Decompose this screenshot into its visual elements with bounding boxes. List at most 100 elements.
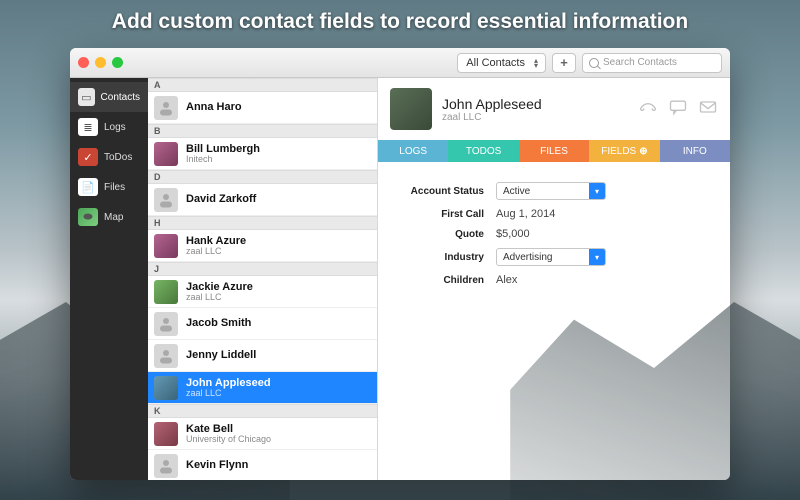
contact-row[interactable]: John Appleseedzaal LLC <box>148 372 377 404</box>
field-row: Account Status Active▾ <box>394 182 714 200</box>
avatar <box>154 280 178 304</box>
map-icon: ⬬ <box>78 208 98 226</box>
sidebar-item-label: Files <box>104 182 125 193</box>
sidebar-item-files[interactable]: 📄Files <box>70 172 148 202</box>
field-row: Children Alex <box>394 274 714 286</box>
contact-row[interactable]: Kevin Flynn <box>148 450 377 480</box>
sidebar-item-contacts[interactable]: ▭Contacts <box>70 82 148 112</box>
field-label: Industry <box>394 252 484 263</box>
avatar <box>154 96 178 120</box>
field-row: First Call Aug 1, 2014 <box>394 208 714 220</box>
field-label: Account Status <box>394 186 484 197</box>
logs-icon: ≣ <box>78 118 98 136</box>
contact-detail-pane: John Appleseed zaal LLC LO <box>378 78 730 480</box>
tab-info[interactable]: INFO <box>660 140 730 162</box>
field-value: Advertising <box>497 252 589 263</box>
field-select[interactable]: Advertising▾ <box>496 248 606 266</box>
app-window: All Contacts + Search Contacts ▭Contacts… <box>70 48 730 480</box>
contact-name: David Zarkoff <box>186 193 256 205</box>
avatar <box>154 142 178 166</box>
contact-row[interactable]: David Zarkoff <box>148 184 377 216</box>
contact-row[interactable]: Jacob Smith <box>148 308 377 340</box>
section-header: K <box>148 404 377 418</box>
zoom-icon[interactable] <box>112 57 123 68</box>
contact-row[interactable]: Bill LumberghInitech <box>148 138 377 170</box>
plus-icon: + <box>560 55 568 70</box>
search-placeholder: Search Contacts <box>603 57 677 68</box>
avatar <box>154 454 178 478</box>
avatar <box>154 422 178 446</box>
todos-icon: ✓ <box>78 148 98 166</box>
contacts-icon: ▭ <box>78 88 95 106</box>
sidebar-item-label: Map <box>104 212 123 223</box>
chevron-down-icon: ▾ <box>589 249 605 265</box>
detail-header: John Appleseed zaal LLC <box>378 78 730 140</box>
contact-row[interactable]: Anna Haro <box>148 92 377 124</box>
contact-row[interactable]: Jenny Liddell <box>148 340 377 372</box>
contact-row[interactable]: Jackie Azurezaal LLC <box>148 276 377 308</box>
field-value: $5,000 <box>496 228 530 240</box>
sidebar-item-logs[interactable]: ≣ Logs <box>70 112 148 142</box>
avatar <box>154 312 178 336</box>
section-header: A <box>148 78 377 92</box>
avatar <box>390 88 432 130</box>
contact-name: Kate Bell <box>186 423 271 435</box>
field-label: Children <box>394 275 484 286</box>
add-contact-button[interactable]: + <box>552 53 576 73</box>
sidebar-item-label: ToDos <box>104 152 132 163</box>
section-header: D <box>148 170 377 184</box>
contact-name: Anna Haro <box>186 101 242 113</box>
sidebar-nav: ▭Contacts ≣ Logs ✓ ToDos 📄Files ⬬ Map <box>70 78 148 480</box>
field-value: Alex <box>496 274 517 286</box>
window-controls <box>78 57 123 68</box>
detail-actions <box>638 98 718 121</box>
avatar <box>154 188 178 212</box>
search-icon <box>589 58 599 68</box>
field-label: Quote <box>394 229 484 240</box>
plus-icon: ⊕ <box>639 146 647 157</box>
contact-row[interactable]: Kate BellUniversity of Chicago <box>148 418 377 450</box>
tab-todos[interactable]: TODOS <box>448 140 518 162</box>
avatar <box>154 376 178 400</box>
contact-name: Jenny Liddell <box>186 349 256 361</box>
detail-tabs: LOGS TODOS FILES FIELDS⊕ INFO <box>378 140 730 162</box>
search-input[interactable]: Search Contacts <box>582 53 722 73</box>
detail-name: John Appleseed <box>442 96 542 112</box>
field-select[interactable]: Active▾ <box>496 182 606 200</box>
section-header: J <box>148 262 377 276</box>
contact-list[interactable]: AAnna HaroBBill LumberghInitechDDavid Za… <box>148 78 378 480</box>
contact-subtitle: University of Chicago <box>186 435 271 445</box>
minimize-icon[interactable] <box>95 57 106 68</box>
contact-name: Jacob Smith <box>186 317 251 329</box>
contact-name: John Appleseed <box>186 377 271 389</box>
mail-icon[interactable] <box>698 98 718 121</box>
avatar <box>154 234 178 258</box>
avatar <box>154 344 178 368</box>
field-value: Aug 1, 2014 <box>496 208 555 220</box>
contact-row[interactable]: Hank Azurezaal LLC <box>148 230 377 262</box>
contact-name: Kevin Flynn <box>186 459 248 471</box>
sidebar-item-label: Logs <box>104 122 126 133</box>
contact-name: Hank Azure <box>186 235 246 247</box>
chevron-down-icon: ▾ <box>589 183 605 199</box>
tab-logs[interactable]: LOGS <box>378 140 448 162</box>
tab-fields[interactable]: FIELDS⊕ <box>589 140 659 162</box>
chevron-updown-icon <box>531 58 541 68</box>
contact-subtitle: Initech <box>186 155 260 165</box>
section-header: B <box>148 124 377 138</box>
detail-company: zaal LLC <box>442 112 542 123</box>
contact-subtitle: zaal LLC <box>186 293 253 303</box>
filter-select[interactable]: All Contacts <box>457 53 546 73</box>
custom-fields-panel: Account Status Active▾ First Call Aug 1, 20… <box>378 162 730 306</box>
sidebar-item-todos[interactable]: ✓ ToDos <box>70 142 148 172</box>
page-banner: Add custom contact fields to record esse… <box>0 10 800 34</box>
field-row: Quote $5,000 <box>394 228 714 240</box>
phone-icon[interactable] <box>638 98 658 121</box>
close-icon[interactable] <box>78 57 89 68</box>
tab-files[interactable]: FILES <box>519 140 589 162</box>
field-label: First Call <box>394 209 484 220</box>
sidebar-item-map[interactable]: ⬬ Map <box>70 202 148 232</box>
chat-icon[interactable] <box>668 98 688 121</box>
field-row: Industry Advertising▾ <box>394 248 714 266</box>
contact-name: Bill Lumbergh <box>186 143 260 155</box>
